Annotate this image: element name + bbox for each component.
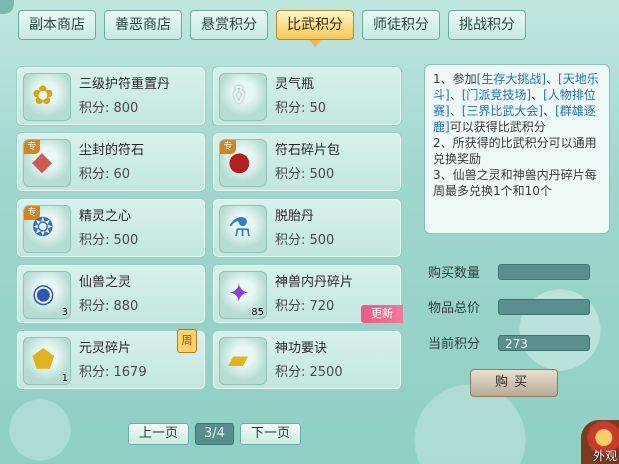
gold-shard-icon: ⬟: [32, 345, 55, 375]
item-name: 仙兽之灵: [79, 275, 132, 290]
item-price: 积分: 1679: [79, 365, 147, 380]
item-slot: ⚗: [219, 205, 267, 253]
prev-page-button[interactable]: 上一页: [128, 423, 190, 445]
rune-bag-icon: ●: [228, 147, 251, 177]
item-name: 脱胎丹: [275, 209, 315, 224]
current-points-label: 当前积分: [428, 337, 481, 352]
item-price: 积分: 880: [79, 299, 139, 314]
buy-quantity-row: 购买数量: [428, 262, 590, 281]
update-tag: 更新: [361, 305, 403, 323]
rune-stone-icon: ◆: [32, 147, 52, 177]
item-price: 积分: 2500: [275, 365, 343, 380]
event-link[interactable]: [门派竞技场]: [462, 88, 531, 102]
item-price: 积分: 50: [275, 101, 327, 116]
item-name: 尘封的符石: [79, 143, 145, 158]
item-slot: 专 ◆: [23, 139, 71, 187]
total-price-value: [498, 298, 590, 315]
item-price: 积分: 60: [79, 167, 131, 182]
appearance-label: 外观: [592, 449, 617, 463]
separator: 、: [546, 72, 559, 86]
item-slot: ✦ 85: [219, 271, 267, 319]
rebirth-pill-icon: ⚗: [228, 213, 252, 243]
pagination: 上一页 3/4 下一页: [128, 423, 301, 445]
separator: 、: [449, 104, 462, 118]
item-price: 积分: 720: [275, 299, 335, 314]
item-card[interactable]: ✿ 三级护符重置丹 积分: 800: [16, 66, 206, 126]
golden-talisman-icon: ✿: [32, 81, 54, 111]
item-card[interactable]: ⚗ 脱胎丹 积分: 500: [212, 198, 402, 258]
crystal-shard-icon: ✦: [228, 279, 250, 309]
spirit-bottle-icon: ⚱: [228, 81, 250, 111]
item-slot: ⬟ 1: [23, 337, 71, 385]
item-card[interactable]: ◉ 3 仙兽之灵 积分: 880: [16, 264, 206, 324]
item-card[interactable]: ✦ 85 神兽内丹碎片 积分: 720 更新: [212, 264, 403, 324]
next-page-button[interactable]: 下一页: [239, 423, 301, 445]
rules-text: 2、所获得的比武积分可以通用兑换奖励: [433, 136, 597, 166]
item-price: 积分: 500: [275, 167, 335, 182]
item-name: 神功要诀: [275, 341, 328, 356]
current-points-value: 273: [498, 334, 590, 351]
event-link[interactable]: [三界比武大会]: [462, 104, 543, 118]
tab-bounty-points[interactable]: 悬赏积分: [190, 10, 268, 40]
buy-quantity-label: 购买数量: [428, 266, 481, 281]
tab-challenge-points[interactable]: 挑战积分: [448, 10, 526, 40]
item-card[interactable]: 专 ● 符石碎片包 积分: 500: [212, 132, 402, 192]
item-quantity: 85: [251, 307, 264, 318]
item-quantity: 1: [61, 373, 68, 384]
item-name: 灵气瓶: [275, 77, 315, 92]
beast-spirit-icon: ◉: [32, 279, 55, 309]
weekly-tag: 周: [177, 329, 197, 353]
rules-text: 1、参加: [433, 72, 477, 86]
item-grid: ✿ 三级护符重置丹 积分: 800 ⚱ 灵气瓶 积分: 50 专 ◆ 尘封的符石…: [14, 64, 410, 394]
item-price: 积分: 800: [79, 101, 139, 116]
item-card[interactable]: 专 ◆ 尘封的符石 积分: 60: [16, 132, 206, 192]
item-slot: 专 ●: [219, 139, 267, 187]
item-card[interactable]: ⬟ 1 元灵碎片 积分: 1679 周: [16, 329, 206, 390]
item-slot: ◉ 3: [23, 271, 71, 319]
rules-text: 3、仙兽之灵和神兽内丹碎片每周最多兑换1个和10个: [433, 168, 597, 198]
item-card[interactable]: ▰ 神功要诀 积分: 2500: [212, 330, 402, 390]
item-card[interactable]: 专 ❂ 精灵之心 积分: 500: [16, 198, 206, 258]
item-price: 积分: 500: [79, 233, 139, 248]
separator: 、: [543, 104, 556, 118]
total-price-label: 物品总价: [428, 301, 481, 316]
rules-text: 可以获得比武积分: [449, 120, 546, 134]
item-slot: 专 ❂: [23, 205, 71, 253]
elf-heart-icon: ❂: [32, 213, 54, 243]
tab-dungeon-shop[interactable]: 副本商店: [18, 10, 96, 40]
item-card[interactable]: ⚱ 灵气瓶 积分: 50: [212, 66, 402, 126]
total-price-row: 物品总价: [428, 297, 590, 316]
item-name: 神兽内丹碎片: [275, 275, 354, 290]
separator: 、: [449, 88, 462, 102]
current-points-row: 当前积分 273: [428, 333, 590, 352]
item-slot: ✿: [23, 73, 71, 121]
shop-tabs: 副本商店 善恶商店 悬赏积分 比武积分 师徒积分 挑战积分: [18, 10, 526, 47]
item-price: 积分: 500: [275, 233, 335, 248]
item-slot: ⚱: [219, 73, 267, 121]
item-name: 三级护符重置丹: [79, 77, 171, 92]
item-quantity: 3: [61, 307, 68, 318]
tab-mentor-points[interactable]: 师徒积分: [362, 10, 440, 40]
buy-quantity-input[interactable]: [498, 263, 590, 280]
item-slot: ▰: [219, 337, 267, 385]
separator: 、: [531, 88, 544, 102]
rules-panel: 1、参加[生存大挑战]、[天地乐斗]、[门派竞技场]、[人物排位赛]、[三界比武…: [424, 64, 610, 234]
tab-karma-shop[interactable]: 善恶商店: [104, 10, 182, 40]
buy-button[interactable]: 购买: [470, 369, 558, 397]
event-link[interactable]: [生存大挑战]: [477, 72, 546, 86]
tab-arena-points[interactable]: 比武积分: [276, 10, 354, 47]
item-name: 精灵之心: [79, 209, 132, 224]
skill-book-icon: ▰: [228, 345, 248, 375]
shop-window: 副本商店 善恶商店 悬赏积分 比武积分 师徒积分 挑战积分 ✿ 三级护符重置丹 …: [0, 0, 619, 464]
page-indicator: 3/4: [195, 423, 234, 445]
item-name: 符石碎片包: [275, 143, 341, 158]
frame-corner-ornament: [0, 0, 14, 14]
item-name: 元灵碎片: [79, 341, 132, 356]
